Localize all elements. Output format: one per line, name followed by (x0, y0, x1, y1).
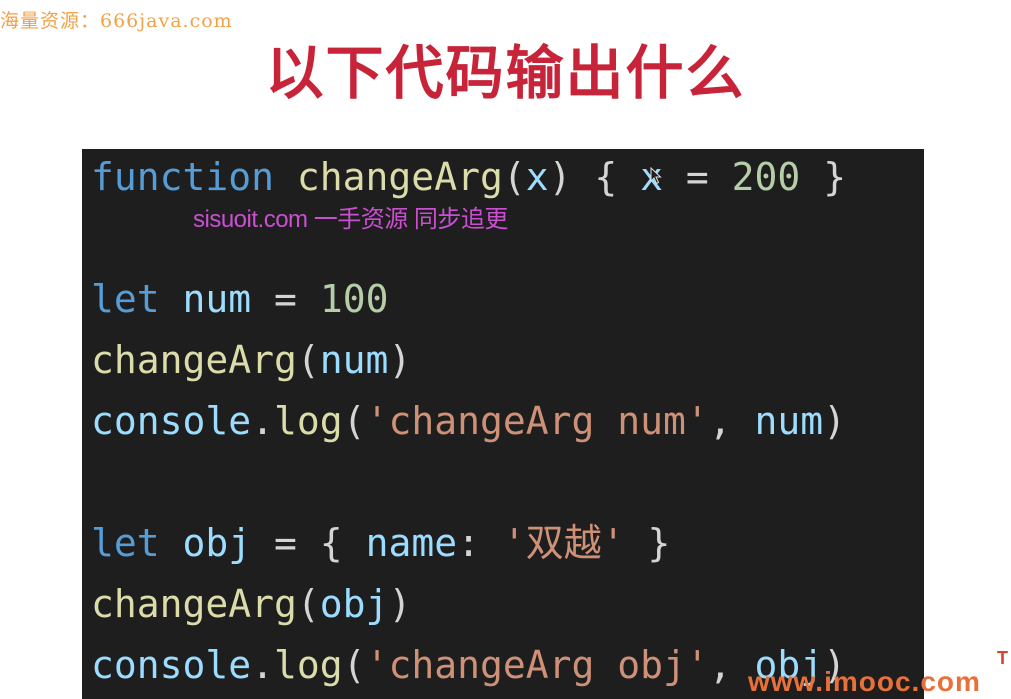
operator-token: = (663, 155, 732, 199)
punctuation-token: ) { (548, 155, 618, 199)
punctuation-token: ) (388, 338, 412, 382)
operator-token: = { (251, 521, 366, 565)
variable-token: num (182, 277, 252, 321)
function-name-token: changeArg (91, 338, 297, 382)
string-token: 'changeArg num' (365, 399, 709, 443)
punctuation-token: , (708, 399, 755, 443)
parameter-token: x (525, 155, 549, 199)
punctuation-token: ( (342, 643, 366, 687)
code-line-4: console.log('changeArg num', num) (91, 399, 846, 443)
variable-token: obj (319, 582, 389, 626)
number-token: 200 (731, 155, 801, 199)
code-panel: function changeArg(x) { x = 200 } sisuoi… (82, 149, 924, 699)
object-token: console (91, 643, 252, 687)
function-name-token: log (274, 643, 343, 687)
property-token: name (365, 521, 458, 565)
variable-token: num (754, 399, 824, 443)
function-name-token: changeArg (296, 155, 503, 199)
string-token: 'changeArg obj' (365, 643, 709, 687)
object-token: console (91, 399, 252, 443)
function-name-token: changeArg (91, 582, 297, 626)
code-line-2: let num = 100 (91, 277, 388, 321)
keyword-token: let (91, 277, 160, 321)
punctuation-token: ( (296, 582, 320, 626)
punctuation-token: . (251, 399, 275, 443)
overlay-watermark: sisuoit.com 一手资源 同步追更 (193, 206, 508, 233)
punctuation-token: : (457, 521, 503, 565)
punctuation-token: ) (823, 399, 847, 443)
keyword-token: function (91, 155, 275, 199)
corner-mark: T (997, 648, 1008, 668)
code-line-1: function changeArg(x) { x = 200 } (91, 155, 846, 199)
code-line-3: changeArg(num) (91, 338, 411, 382)
code-line-7: console.log('changeArg obj', obj) (91, 643, 846, 687)
code-line-6: changeArg(obj) (91, 582, 411, 626)
number-token: 100 (319, 277, 389, 321)
punctuation-token: ( (296, 338, 320, 382)
variable-token: obj (182, 521, 252, 565)
code-line-5: let obj = { name: '双越' } (91, 521, 670, 565)
punctuation-token: ( (502, 155, 526, 199)
watermark-bottom: www.imooc.com (748, 666, 981, 697)
punctuation-token: . (251, 643, 275, 687)
punctuation-token: ) (388, 582, 412, 626)
punctuation-token: ( (342, 399, 366, 443)
keyword-token: let (91, 521, 160, 565)
punctuation-token: } (624, 521, 671, 565)
string-token: '双越' (502, 521, 625, 565)
punctuation-token: } (800, 155, 847, 199)
mouse-cursor-icon (650, 167, 662, 185)
slide-title: 以下代码输出什么 (265, 39, 746, 107)
function-name-token: log (274, 399, 343, 443)
variable-token: num (319, 338, 389, 382)
operator-token: = (251, 277, 320, 321)
